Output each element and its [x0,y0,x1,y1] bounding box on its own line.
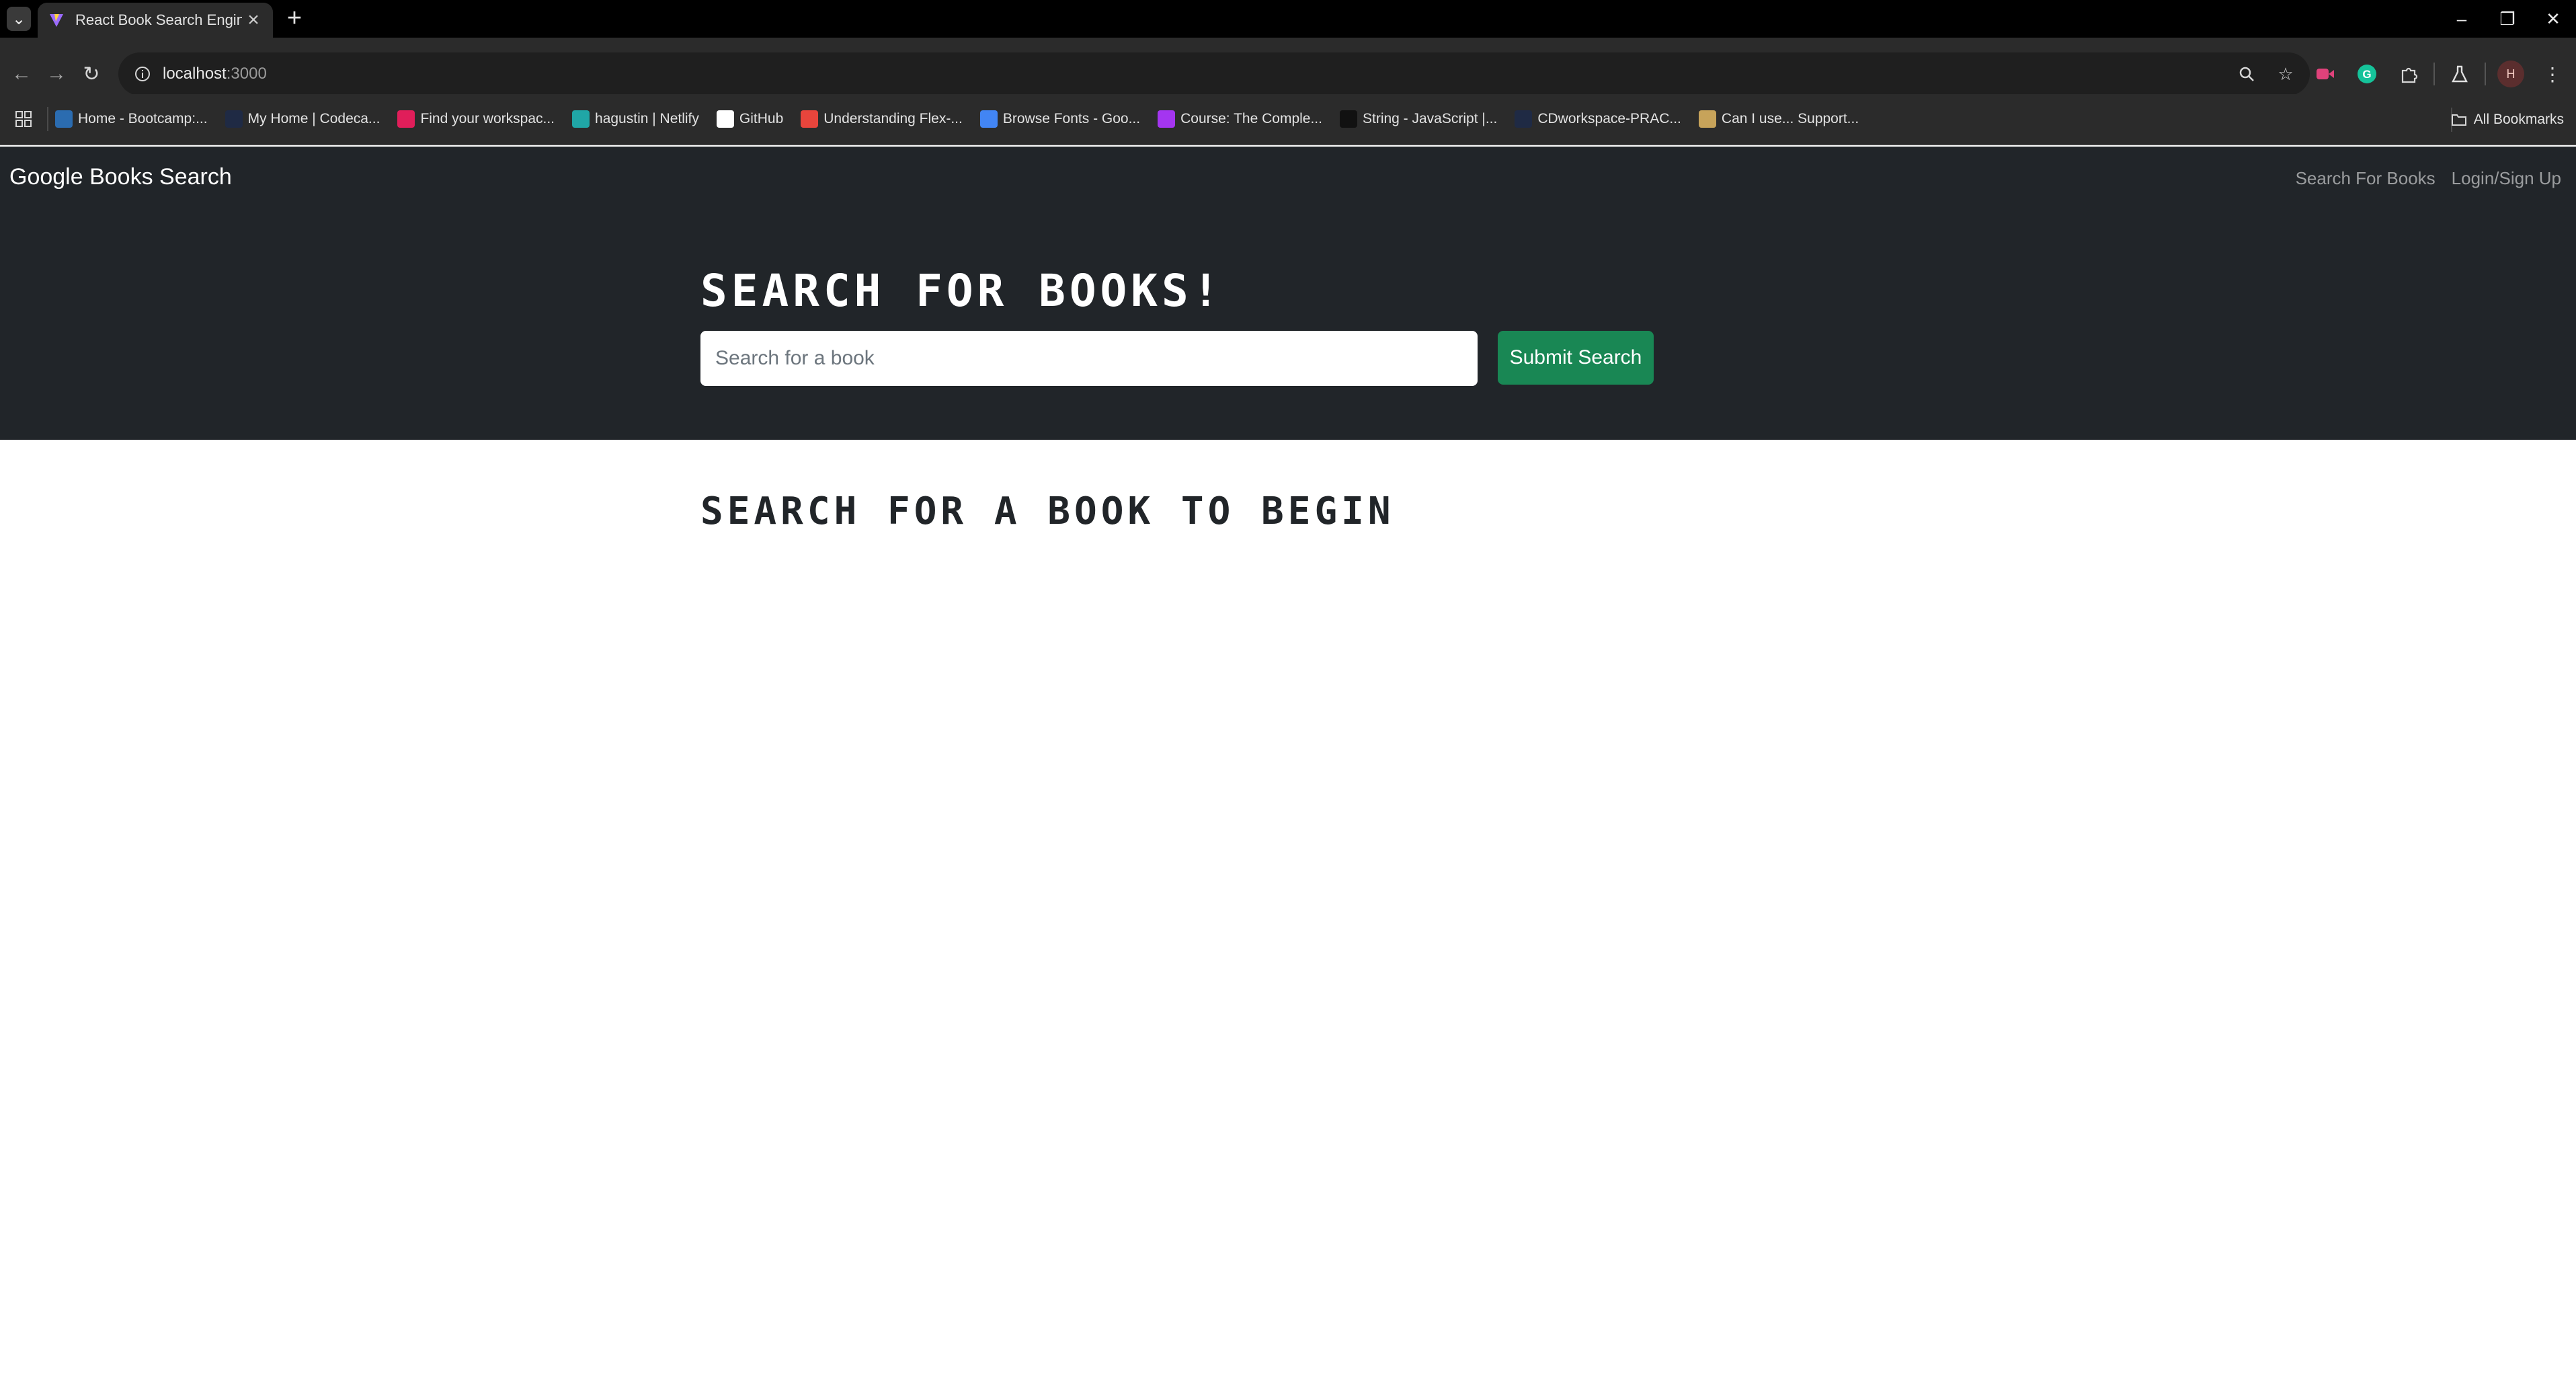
codecademy-icon [225,110,243,128]
kebab-menu-icon[interactable]: ⋮ [2536,57,2569,91]
bookmark-star-icon[interactable]: ☆ [2271,59,2300,89]
tab-search-chevron-icon[interactable]: ⌄ [7,7,31,31]
asterisk-icon [801,110,819,128]
reload-icon[interactable]: ↻ [75,58,108,90]
bookmark-label: Understanding Flex-... [823,111,963,126]
bookmark-item[interactable]: hagustin | Netlify [572,93,699,145]
labs-flask-icon[interactable] [2443,57,2477,91]
folder-icon [2451,113,2467,126]
bookmark-item[interactable]: GitHub [716,93,784,145]
svg-text:G: G [2362,68,2371,81]
toolbar-divider [2433,63,2435,85]
bookmark-item[interactable]: Find your workspac... [397,93,555,145]
bookmark-item[interactable]: CDworkspace-PRAC... [1515,93,1681,145]
apps-grid-icon[interactable] [0,93,47,145]
workspace-icon [1515,110,1533,128]
netlify-icon [572,110,590,128]
bookmark-label: Browse Fonts - Goo... [1002,111,1141,126]
avatar: H [2497,61,2524,87]
page-title: Search for Books! [700,265,1223,317]
address-bar[interactable]: localhost:3000 ☆ [118,52,2310,95]
results-heading: Search for a book to begin [700,490,1395,533]
all-bookmarks-label: All Bookmarks [2473,112,2564,127]
forward-arrow-icon[interactable]: → [40,58,73,90]
bootcamp-icon [55,110,73,128]
bookmark-label: CDworkspace-PRAC... [1537,111,1681,126]
bookmark-list: Home - Bootcamp:... My Home | Codeca... Fi… [55,93,1876,145]
caniuse-icon [1698,110,1716,128]
submit-search-button[interactable]: Submit Search [1498,331,1654,385]
screen-recorder-extension-icon[interactable] [2308,57,2342,91]
tab-title: React Book Search Engine [75,11,242,28]
brand-link[interactable]: Google Books Search [9,164,232,190]
bookmark-label: Can I use... Support... [1721,111,1859,126]
bookmark-label: hagustin | Netlify [595,111,699,126]
bookmark-item[interactable]: Browse Fonts - Goo... [979,93,1141,145]
login-signup-link[interactable]: Login/Sign Up [2452,168,2561,189]
navbar-links: Search For Books Login/Sign Up [2296,168,2561,189]
back-arrow-icon[interactable]: ← [5,58,38,90]
github-icon [716,110,734,128]
zoom-icon[interactable] [2232,59,2261,89]
window-controls: – ❐ ✕ [2439,0,2576,38]
all-bookmarks-button[interactable]: All Bookmarks [2451,94,2564,145]
bookmarks-divider [47,107,48,131]
search-hero: Search for Books! Submit Search [0,214,2576,440]
url-host: localhost [163,65,227,83]
restore-icon[interactable]: ❐ [2485,0,2530,38]
grammarly-extension-icon[interactable]: G [2350,57,2384,91]
search-input[interactable] [700,331,1478,386]
bookmark-label: My Home | Codeca... [247,111,380,126]
browser-tab-strip: ⌄ React Book Search Engine × + – ❐ ✕ [0,0,2576,38]
extensions-area: G H ⋮ [2308,52,2576,95]
bookmark-item[interactable]: My Home | Codeca... [225,93,380,145]
app-navbar: Google Books Search Search For Books Log… [0,147,2576,214]
bookmark-label: Find your workspac... [420,111,555,126]
omnibox-actions: ☆ [2232,52,2300,95]
slack-icon [397,110,415,128]
toolbar-divider [2485,63,2486,85]
bookmark-item[interactable]: Home - Bootcamp:... [55,93,208,145]
profile-avatar[interactable]: H [2494,57,2528,91]
bookmarks-bar: Home - Bootcamp:... My Home | Codeca... Fi… [0,94,2576,145]
bookmark-item[interactable]: String - JavaScript |... [1339,93,1498,145]
new-tab-icon[interactable]: + [281,5,308,32]
udemy-icon [1158,110,1176,128]
minimize-icon[interactable]: – [2439,0,2485,38]
url-port: :3000 [226,65,267,83]
bookmark-item[interactable]: Can I use... Support... [1698,93,1859,145]
bookmark-label: Course: The Comple... [1180,111,1322,126]
mdn-icon [1339,110,1357,128]
bookmark-item[interactable]: Course: The Comple... [1158,93,1322,145]
extensions-puzzle-icon[interactable] [2392,57,2425,91]
close-window-icon[interactable]: ✕ [2530,0,2576,38]
browser-tab[interactable]: React Book Search Engine × [38,3,273,38]
search-for-books-link[interactable]: Search For Books [2296,168,2436,189]
bookmark-label: GitHub [739,111,784,126]
google-fonts-icon [979,110,998,128]
site-info-icon[interactable] [122,52,163,95]
tab-close-icon[interactable]: × [242,9,265,32]
bookmark-label: Home - Bootcamp:... [78,111,208,126]
bookmark-item[interactable]: Understanding Flex-... [801,93,963,145]
bookmark-label: String - JavaScript |... [1362,111,1498,126]
vite-favicon-icon [47,11,66,30]
